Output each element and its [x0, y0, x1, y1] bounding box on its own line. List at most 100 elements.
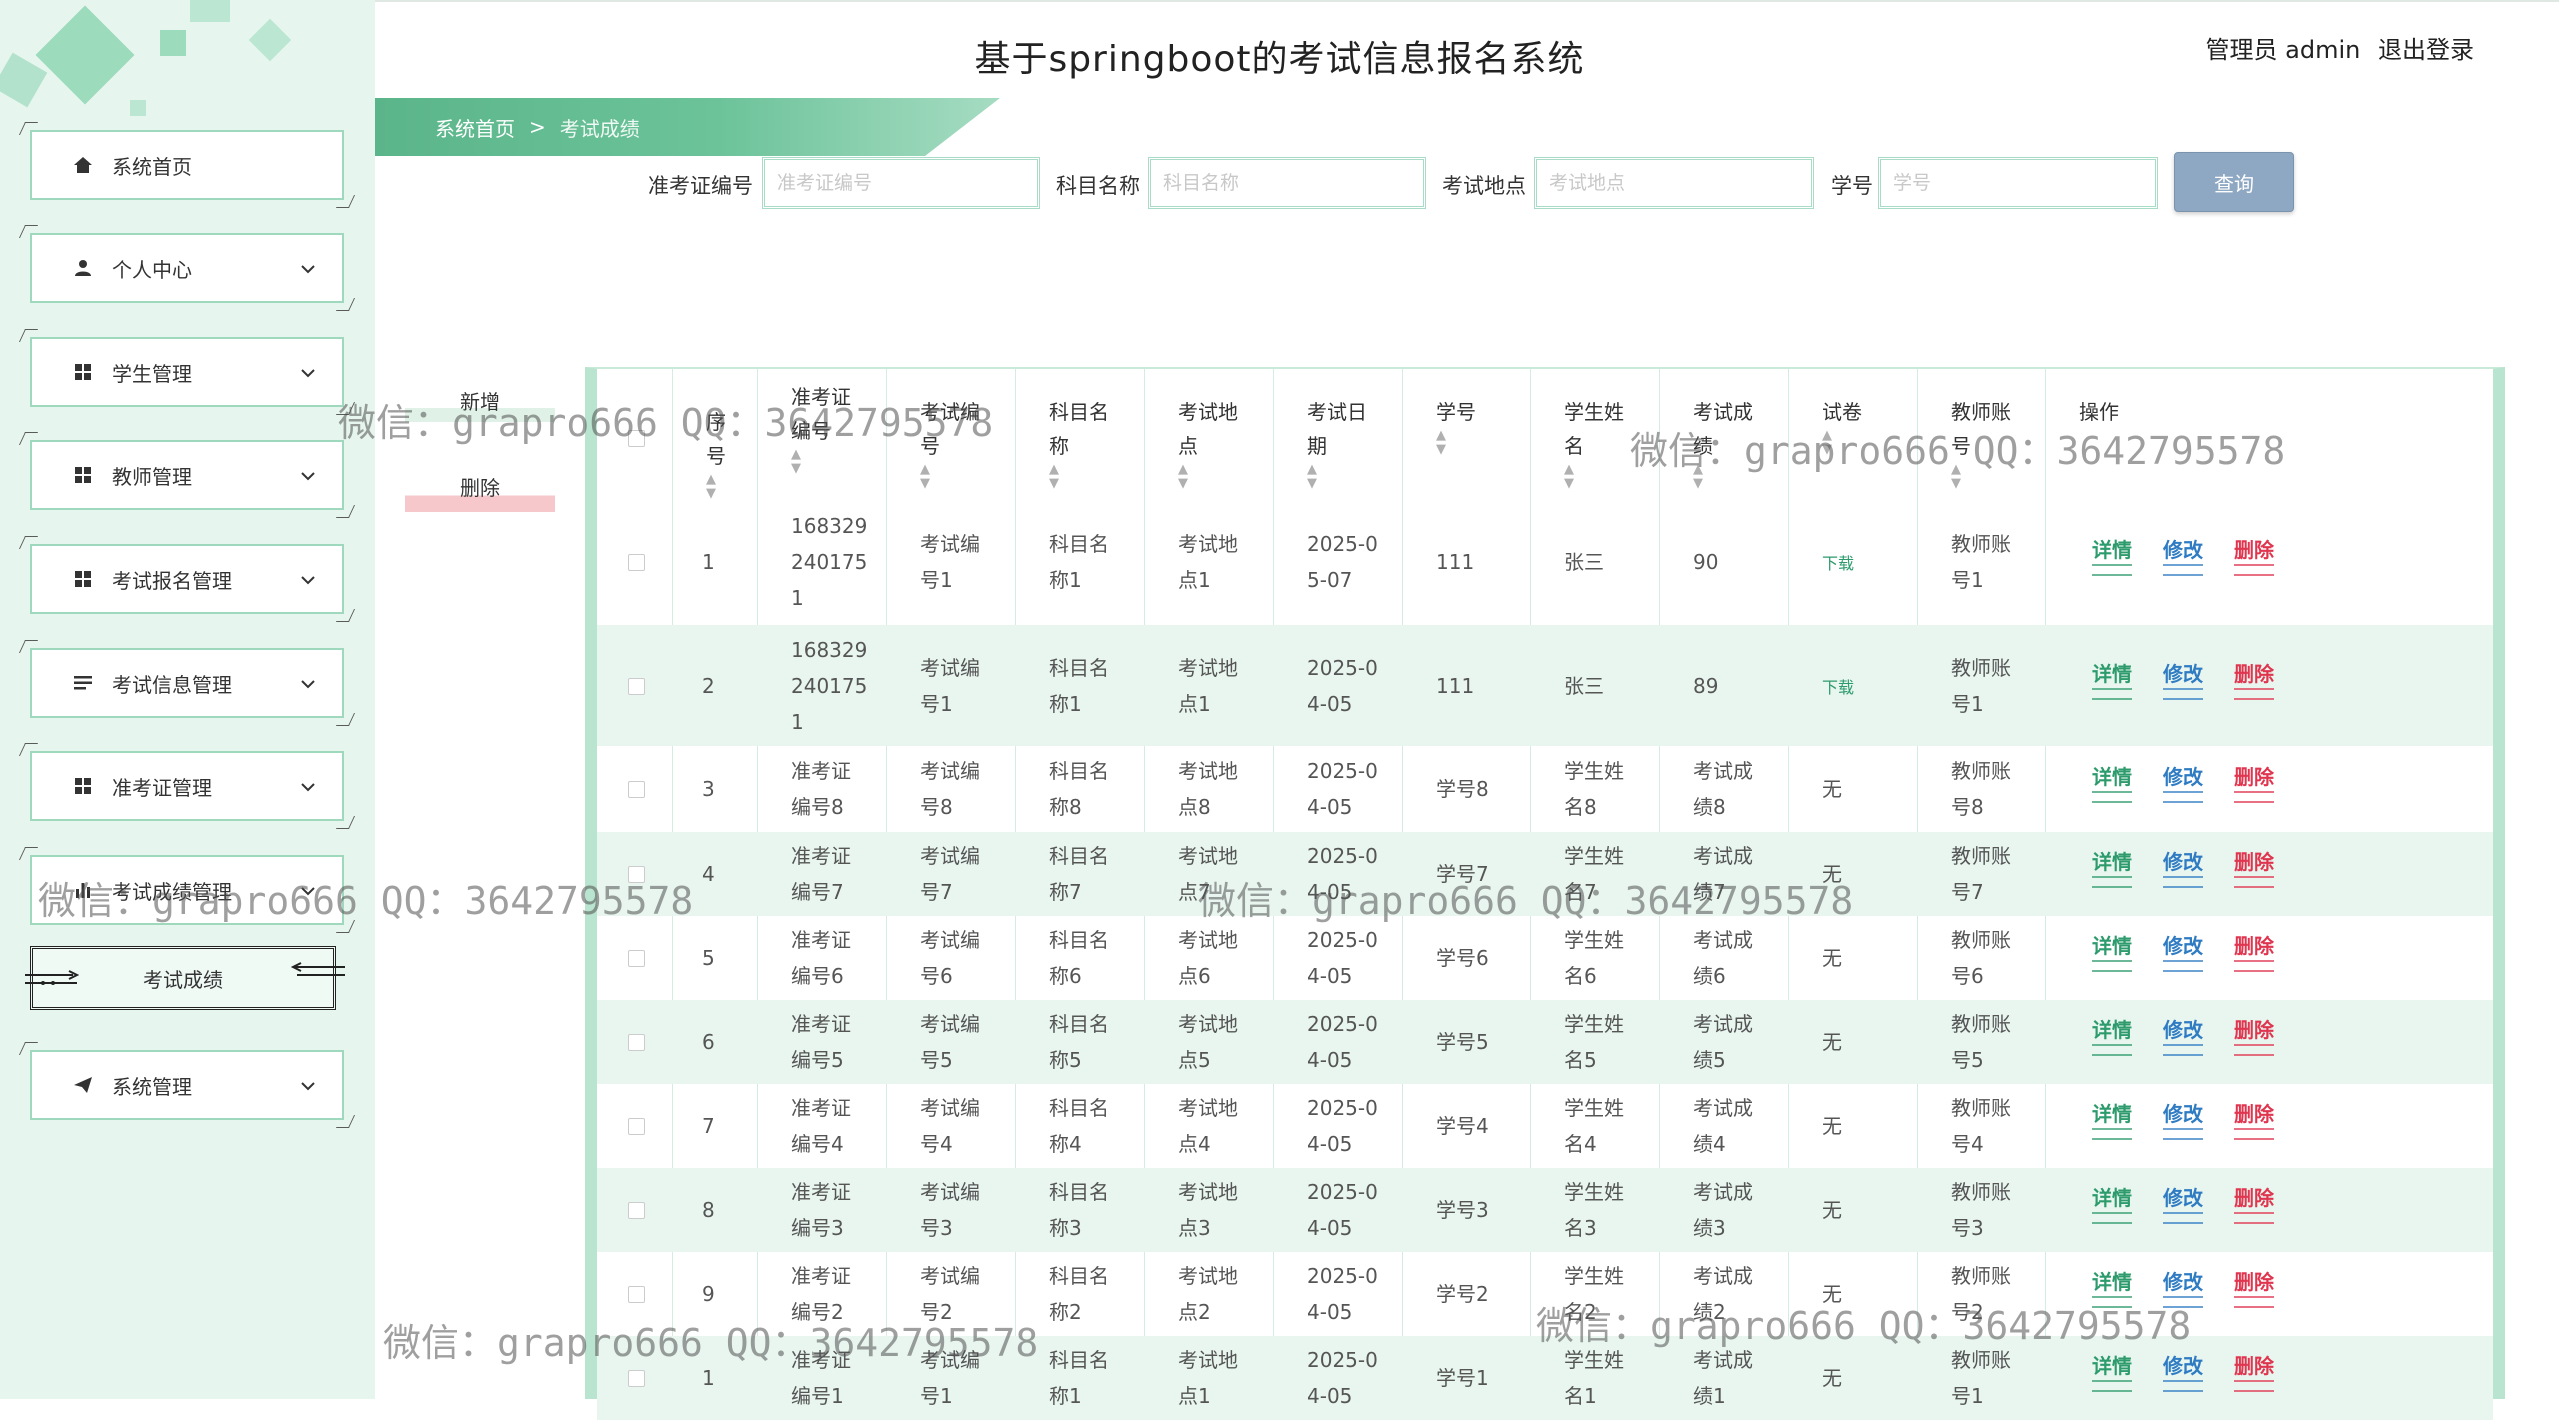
sidebar-item[interactable]: 考试信息管理: [30, 648, 344, 718]
cell-text: 2025-0: [1307, 1096, 1378, 1120]
row-checkbox[interactable]: [628, 1034, 645, 1051]
watermark: 微信：grapro666 QQ：3642795578: [1198, 879, 1854, 923]
sidebar-item[interactable]: 准考证管理: [30, 751, 344, 821]
batch-delete-button[interactable]: 删除: [405, 460, 555, 512]
breadcrumb-home[interactable]: 系统首页: [435, 113, 515, 142]
sidebar-item[interactable]: 个人中心: [30, 233, 344, 303]
download-link[interactable]: 下载: [1822, 674, 1854, 698]
edit-link[interactable]: 修改: [2163, 1014, 2203, 1056]
student-id-label: 学号: [1831, 174, 1873, 198]
column-header[interactable]: 考试地点 ▲ ▼: [1178, 395, 1238, 491]
edit-link[interactable]: 修改: [2163, 930, 2203, 972]
cell-subject: 科目名 称1: [1049, 1342, 1109, 1414]
detail-link[interactable]: 详情: [2092, 1350, 2132, 1392]
delete-link[interactable]: 删除: [2234, 534, 2274, 576]
search-button[interactable]: 查询: [2174, 152, 2294, 212]
sort-icon[interactable]: ▲ ▼: [1564, 463, 1624, 491]
detail-link[interactable]: 详情: [2092, 930, 2132, 972]
sidebar-item-label: 考试报名管理: [112, 568, 232, 593]
row-checkbox[interactable]: [628, 1202, 645, 1219]
detail-link[interactable]: 详情: [2092, 1098, 2132, 1140]
cell-text: 名5: [1564, 1048, 1597, 1072]
cell-subject: 科目名 称8: [1049, 753, 1109, 825]
cell-text: 称5: [1049, 1048, 1082, 1072]
row-checkbox[interactable]: [628, 781, 645, 798]
sort-icon[interactable]: ▲ ▼: [1436, 429, 1476, 457]
column-header-text: 学号: [1436, 400, 1476, 424]
sidebar-item[interactable]: 系统管理: [30, 1050, 344, 1120]
detail-link[interactable]: 详情: [2092, 534, 2132, 576]
edit-link[interactable]: 修改: [2163, 1350, 2203, 1392]
sort-icon[interactable]: ▲ ▼: [1049, 463, 1109, 491]
logout-link[interactable]: 退出登录: [2378, 36, 2474, 64]
delete-link[interactable]: 删除: [2234, 761, 2274, 803]
sidebar-subitem-exam-score[interactable]: 考试成绩: [25, 946, 345, 1010]
delete-link[interactable]: 删除: [2234, 1350, 2274, 1392]
row-checkbox[interactable]: [628, 1370, 645, 1387]
breadcrumb: 系统首页 > 考试成绩: [375, 98, 1000, 156]
edit-link[interactable]: 修改: [2163, 846, 2203, 888]
cell-text: 绩4: [1693, 1132, 1726, 1156]
cell-date: 2025-0 4-05: [1307, 1342, 1378, 1414]
cell-text: 科目名: [1049, 844, 1109, 868]
sort-icon[interactable]: ▲ ▼: [706, 473, 726, 501]
edit-link[interactable]: 修改: [2163, 1182, 2203, 1224]
edit-link[interactable]: 修改: [2163, 534, 2203, 576]
edit-link[interactable]: 修改: [2163, 1098, 2203, 1140]
cell-exam: 考试编 号7: [920, 838, 980, 910]
ticket-no-input[interactable]: [762, 157, 1040, 209]
column-header[interactable]: 考试日期 ▲ ▼: [1307, 395, 1367, 491]
cell-text: 教师账: [1951, 1264, 2011, 1288]
download-link[interactable]: 下载: [1822, 550, 1854, 574]
cell-ticket: 准考证 编号3: [791, 1174, 851, 1246]
column-header[interactable]: 学号 ▲ ▼: [1436, 395, 1476, 457]
delete-link[interactable]: 删除: [2234, 846, 2274, 888]
row-checkbox[interactable]: [628, 1286, 645, 1303]
cell-text: 名1: [1564, 1384, 1597, 1408]
cell-text: 绩5: [1693, 1048, 1726, 1072]
detail-link[interactable]: 详情: [2092, 1014, 2132, 1056]
cell-name: 学生姓 名5: [1564, 1006, 1624, 1078]
row-checkbox[interactable]: [628, 677, 645, 695]
detail-link[interactable]: 详情: [2092, 658, 2132, 700]
sort-icon[interactable]: ▲ ▼: [920, 463, 980, 491]
detail-link[interactable]: 详情: [2092, 1182, 2132, 1224]
sort-icon[interactable]: ▲ ▼: [1178, 463, 1238, 491]
delete-link[interactable]: 删除: [2234, 1014, 2274, 1056]
subject-input[interactable]: [1148, 157, 1426, 209]
cell-score: 89: [1693, 668, 1718, 704]
cell-text: 点8: [1178, 795, 1211, 819]
row-checkbox[interactable]: [628, 1118, 645, 1135]
sidebar-item[interactable]: 教师管理: [30, 440, 344, 510]
sidebar: 系统首页 个人中心 学生管理 教师管理 考试报名管理 考试信息管理 准考证管理 考试成绩管理系…: [0, 0, 375, 1399]
sort-icon[interactable]: ▲ ▼: [1307, 463, 1367, 491]
cell-text: 4-05: [1307, 1216, 1353, 1240]
column-header[interactable]: 学生姓名 ▲ ▼: [1564, 395, 1624, 491]
table-row: [597, 625, 2493, 746]
cell-text: 号1: [1951, 568, 1984, 592]
delete-link[interactable]: 删除: [2234, 1182, 2274, 1224]
column-header[interactable]: 科目名称 ▲ ▼: [1049, 395, 1109, 491]
cell-sid: 学号2: [1436, 1282, 1489, 1306]
cell-text: 2025-0: [1307, 1012, 1378, 1036]
place-input[interactable]: [1534, 157, 1814, 209]
student-id-input[interactable]: [1878, 157, 2158, 209]
row-checkbox[interactable]: [628, 554, 645, 571]
sidebar-item[interactable]: 考试报名管理: [30, 544, 344, 614]
delete-link[interactable]: 删除: [2234, 1266, 2274, 1308]
detail-link[interactable]: 详情: [2092, 846, 2132, 888]
sort-icon[interactable]: ▲ ▼: [791, 448, 851, 476]
sidebar-item[interactable]: 学生管理: [30, 337, 344, 407]
delete-link[interactable]: 删除: [2234, 930, 2274, 972]
cell-text: 准考证: [791, 1264, 851, 1288]
edit-link[interactable]: 修改: [2163, 761, 2203, 803]
sidebar-item[interactable]: 系统首页: [30, 130, 344, 200]
cell-exam: 考试编 号3: [920, 1174, 980, 1246]
cell-text: 考试编: [920, 1180, 980, 1204]
detail-link[interactable]: 详情: [2092, 761, 2132, 803]
delete-link[interactable]: 删除: [2234, 1098, 2274, 1140]
delete-link[interactable]: 删除: [2234, 658, 2274, 700]
cell-sid: 学号6: [1436, 946, 1489, 970]
row-checkbox[interactable]: [628, 950, 645, 967]
edit-link[interactable]: 修改: [2163, 658, 2203, 700]
